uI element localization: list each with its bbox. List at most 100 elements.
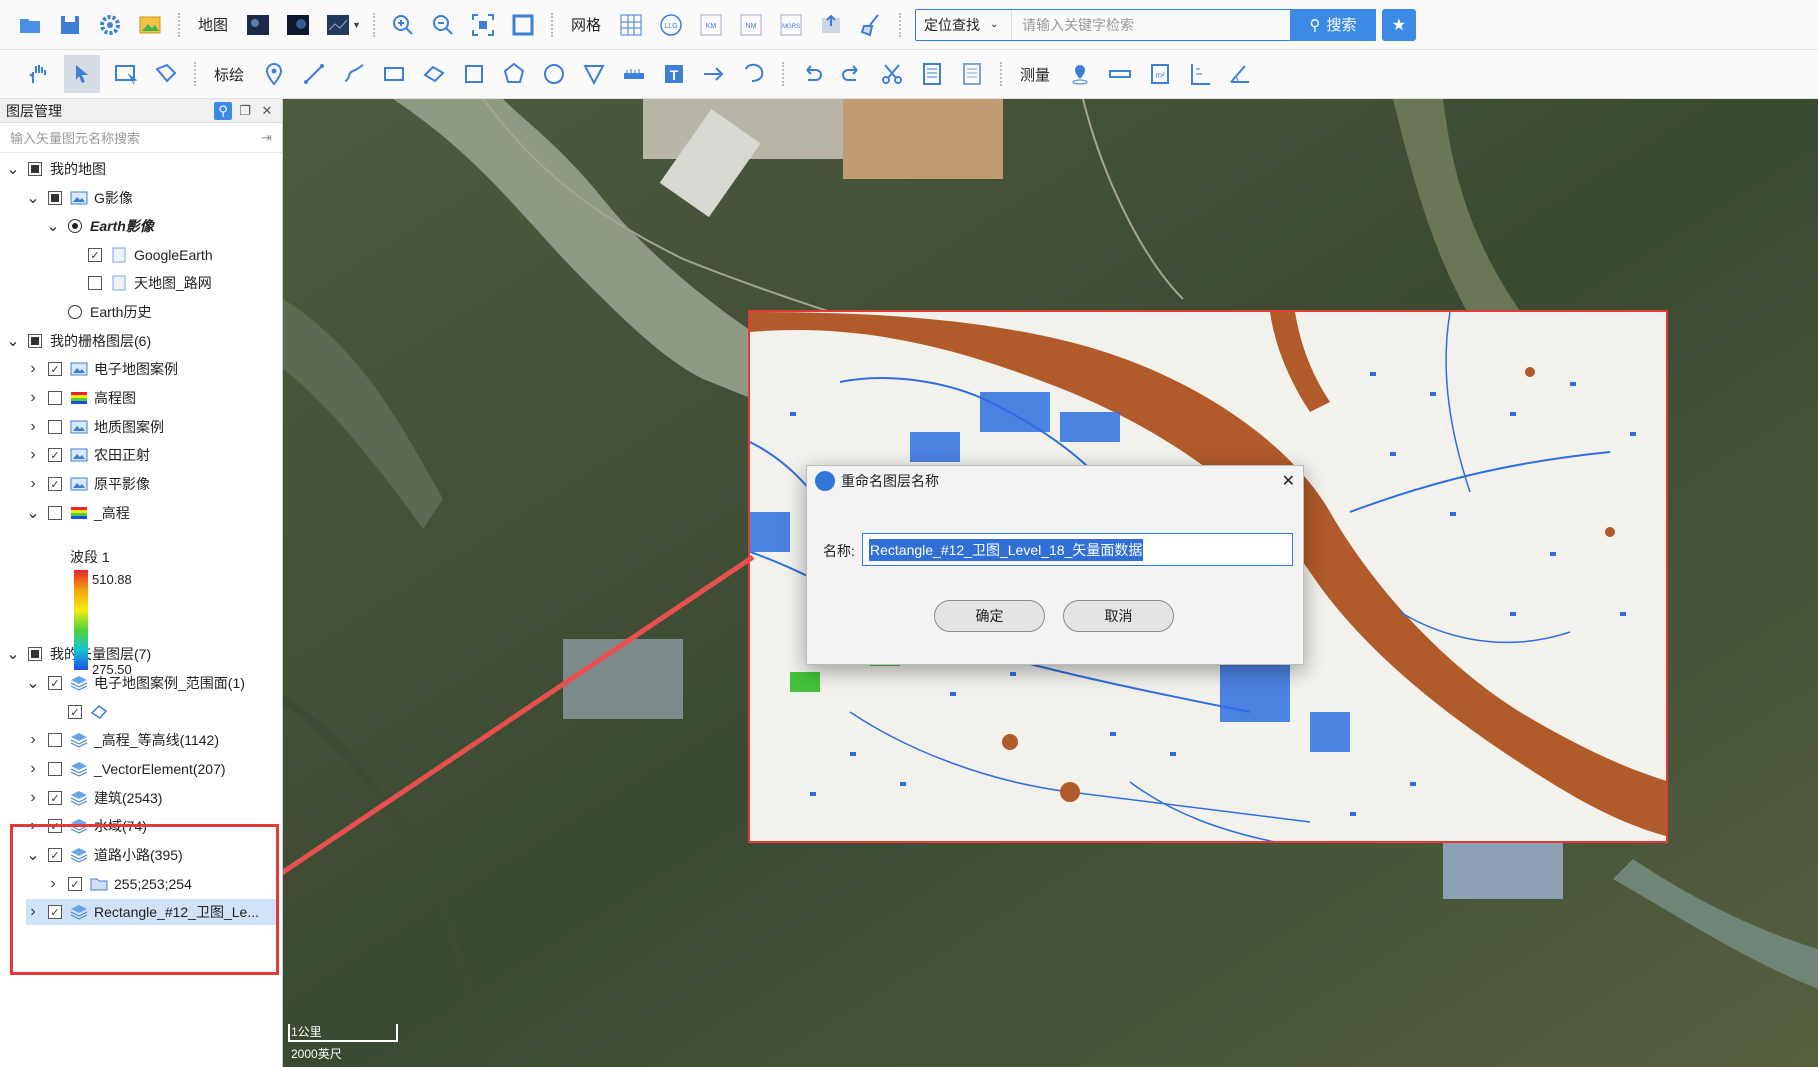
map-menu-label[interactable]: 地图: [198, 14, 228, 35]
settings-gear-icon[interactable]: [96, 11, 124, 39]
zoom-in-icon[interactable]: [389, 11, 417, 39]
search-button[interactable]: ⚲ 搜索: [1289, 8, 1376, 41]
chevron-down-icon[interactable]: ⌄: [6, 333, 20, 350]
cancel-button[interactable]: 取消: [1063, 600, 1174, 632]
pentagon-icon[interactable]: [500, 60, 528, 88]
zoom-out-icon[interactable]: [429, 11, 457, 39]
basemap-dark-icon[interactable]: [244, 11, 272, 39]
checkbox-checked[interactable]: ✓: [68, 705, 82, 719]
layer-tree-row[interactable]: ✓ GoogleEarth: [66, 242, 213, 268]
layer-tree-row[interactable]: ⌄ Earth影像: [46, 213, 154, 239]
close-icon[interactable]: ✕: [1282, 471, 1295, 491]
partial-checkbox[interactable]: [48, 191, 62, 205]
search-input[interactable]: 请输入关键字检索: [1012, 10, 1290, 40]
grid-km-icon[interactable]: KM: [697, 11, 725, 39]
checkbox-checked[interactable]: ✓: [48, 477, 62, 491]
export-icon[interactable]: [817, 11, 845, 39]
basemap-night-icon[interactable]: [284, 11, 312, 39]
layer-tree-row[interactable]: Earth历史: [46, 299, 151, 325]
chevron-right-icon[interactable]: ›: [26, 360, 40, 377]
layer-tree-row[interactable]: ⌄ _高程: [26, 500, 130, 526]
basemap-satellite-icon[interactable]: [324, 11, 352, 39]
redo-icon[interactable]: [838, 60, 866, 88]
layer-tree-row[interactable]: ✓: [46, 699, 114, 725]
arrow-icon[interactable]: [700, 60, 728, 88]
checkbox[interactable]: [88, 276, 102, 290]
measure-angle-icon[interactable]: [1226, 60, 1254, 88]
layer-tree-row[interactable]: › _VectorElement(207): [26, 756, 225, 782]
measure-distance-icon[interactable]: [1106, 60, 1134, 88]
measure-menu-label[interactable]: 测量: [1020, 64, 1050, 85]
image-icon[interactable]: [136, 11, 164, 39]
layer-tree-row[interactable]: ⌄ ✓ 电子地图案例_范围面(1): [26, 670, 245, 696]
chevron-right-icon[interactable]: ›: [26, 475, 40, 492]
zoom-extent-icon[interactable]: [469, 11, 497, 39]
circle-icon[interactable]: [540, 60, 568, 88]
chevron-right-icon[interactable]: ›: [26, 789, 40, 806]
chevron-down-icon[interactable]: ⌄: [26, 505, 40, 522]
chevron-down-icon[interactable]: ▼: [352, 20, 361, 30]
layer-tree-row[interactable]: ⌄ G影像: [26, 185, 133, 211]
chevron-down-icon[interactable]: ⌄: [6, 161, 20, 178]
ok-button[interactable]: 确定: [934, 600, 1045, 632]
save-icon[interactable]: [56, 11, 84, 39]
grid-icon[interactable]: [617, 11, 645, 39]
draw-menu-label[interactable]: 标绘: [214, 64, 244, 85]
layer-tree-row[interactable]: › 高程图: [26, 385, 136, 411]
layer-name-input[interactable]: Rectangle_#12_卫图_Level_18_矢量面数据: [862, 533, 1293, 566]
checkbox-checked[interactable]: ✓: [48, 791, 62, 805]
layer-tree-row[interactable]: ⌄ 我的栅格图层(6): [6, 328, 151, 354]
freehand-polygon-icon[interactable]: [420, 60, 448, 88]
layer-tree-row[interactable]: › 地质图案例: [26, 414, 164, 440]
chevron-right-icon[interactable]: ›: [26, 389, 40, 406]
radio[interactable]: [68, 305, 82, 319]
checkbox-checked[interactable]: ✓: [48, 362, 62, 376]
radio-selected[interactable]: [68, 219, 82, 233]
checkbox-checked[interactable]: ✓: [48, 448, 62, 462]
measure-point-icon[interactable]: [1066, 60, 1094, 88]
chevron-right-icon[interactable]: ›: [26, 760, 40, 777]
point-marker-icon[interactable]: [260, 60, 288, 88]
document-table-icon[interactable]: [958, 60, 986, 88]
layer-tree-row[interactable]: › ✓ 原平影像: [26, 471, 150, 497]
layer-tree-row[interactable]: › ✓ 农田正射: [26, 442, 150, 468]
layer-tree-row[interactable]: › ✓ 电子地图案例: [26, 356, 178, 382]
checkbox[interactable]: [48, 391, 62, 405]
square-icon[interactable]: [460, 60, 488, 88]
layer-search-input[interactable]: 输入矢量图元名称搜索 ⇥: [0, 123, 282, 153]
search-mode-select[interactable]: 定位查找 ⌄: [916, 9, 1012, 40]
grid-llg-icon[interactable]: LLG: [657, 11, 685, 39]
layer-tree-row[interactable]: ⌄ 我的地图: [6, 156, 106, 182]
chevron-down-icon[interactable]: ⌄: [6, 646, 20, 663]
chevron-down-icon[interactable]: ⌄: [26, 675, 40, 692]
select-arrow-icon[interactable]: [64, 55, 100, 93]
box-select-icon[interactable]: [112, 60, 140, 88]
chevron-right-icon[interactable]: ›: [26, 418, 40, 435]
scissors-icon[interactable]: [878, 60, 906, 88]
checkbox[interactable]: [48, 420, 62, 434]
checkbox[interactable]: [48, 762, 62, 776]
fullscreen-icon[interactable]: [509, 11, 537, 39]
clear-broom-icon[interactable]: [857, 11, 885, 39]
collapse-panel-icon[interactable]: ⇥: [261, 130, 272, 146]
favorite-star-button[interactable]: ★: [1381, 8, 1416, 41]
partial-checkbox[interactable]: [28, 334, 42, 348]
partial-checkbox[interactable]: [28, 647, 42, 661]
measure-area-icon[interactable]: m²: [1146, 60, 1174, 88]
partial-checkbox[interactable]: [28, 162, 42, 176]
line-icon[interactable]: [300, 60, 328, 88]
layer-tree-row[interactable]: › _高程_等高线(1142): [26, 727, 219, 753]
checkbox-checked[interactable]: ✓: [48, 676, 62, 690]
search-icon[interactable]: ⚲: [214, 101, 232, 120]
chevron-right-icon[interactable]: ›: [26, 731, 40, 748]
grid-menu-label[interactable]: 网格: [571, 14, 601, 35]
polygon-select-icon[interactable]: [152, 60, 180, 88]
checkbox[interactable]: [48, 733, 62, 747]
layer-tree-row[interactable]: 天地图_路网: [66, 270, 212, 296]
chevron-down-icon[interactable]: ⌄: [26, 190, 40, 207]
layer-tree-row[interactable]: › ✓ 建筑(2543): [26, 785, 162, 811]
grid-mgrs-icon[interactable]: MGRS: [777, 11, 805, 39]
checkbox-checked[interactable]: ✓: [88, 248, 102, 262]
document-list-icon[interactable]: [918, 60, 946, 88]
close-icon[interactable]: ✕: [258, 102, 276, 120]
